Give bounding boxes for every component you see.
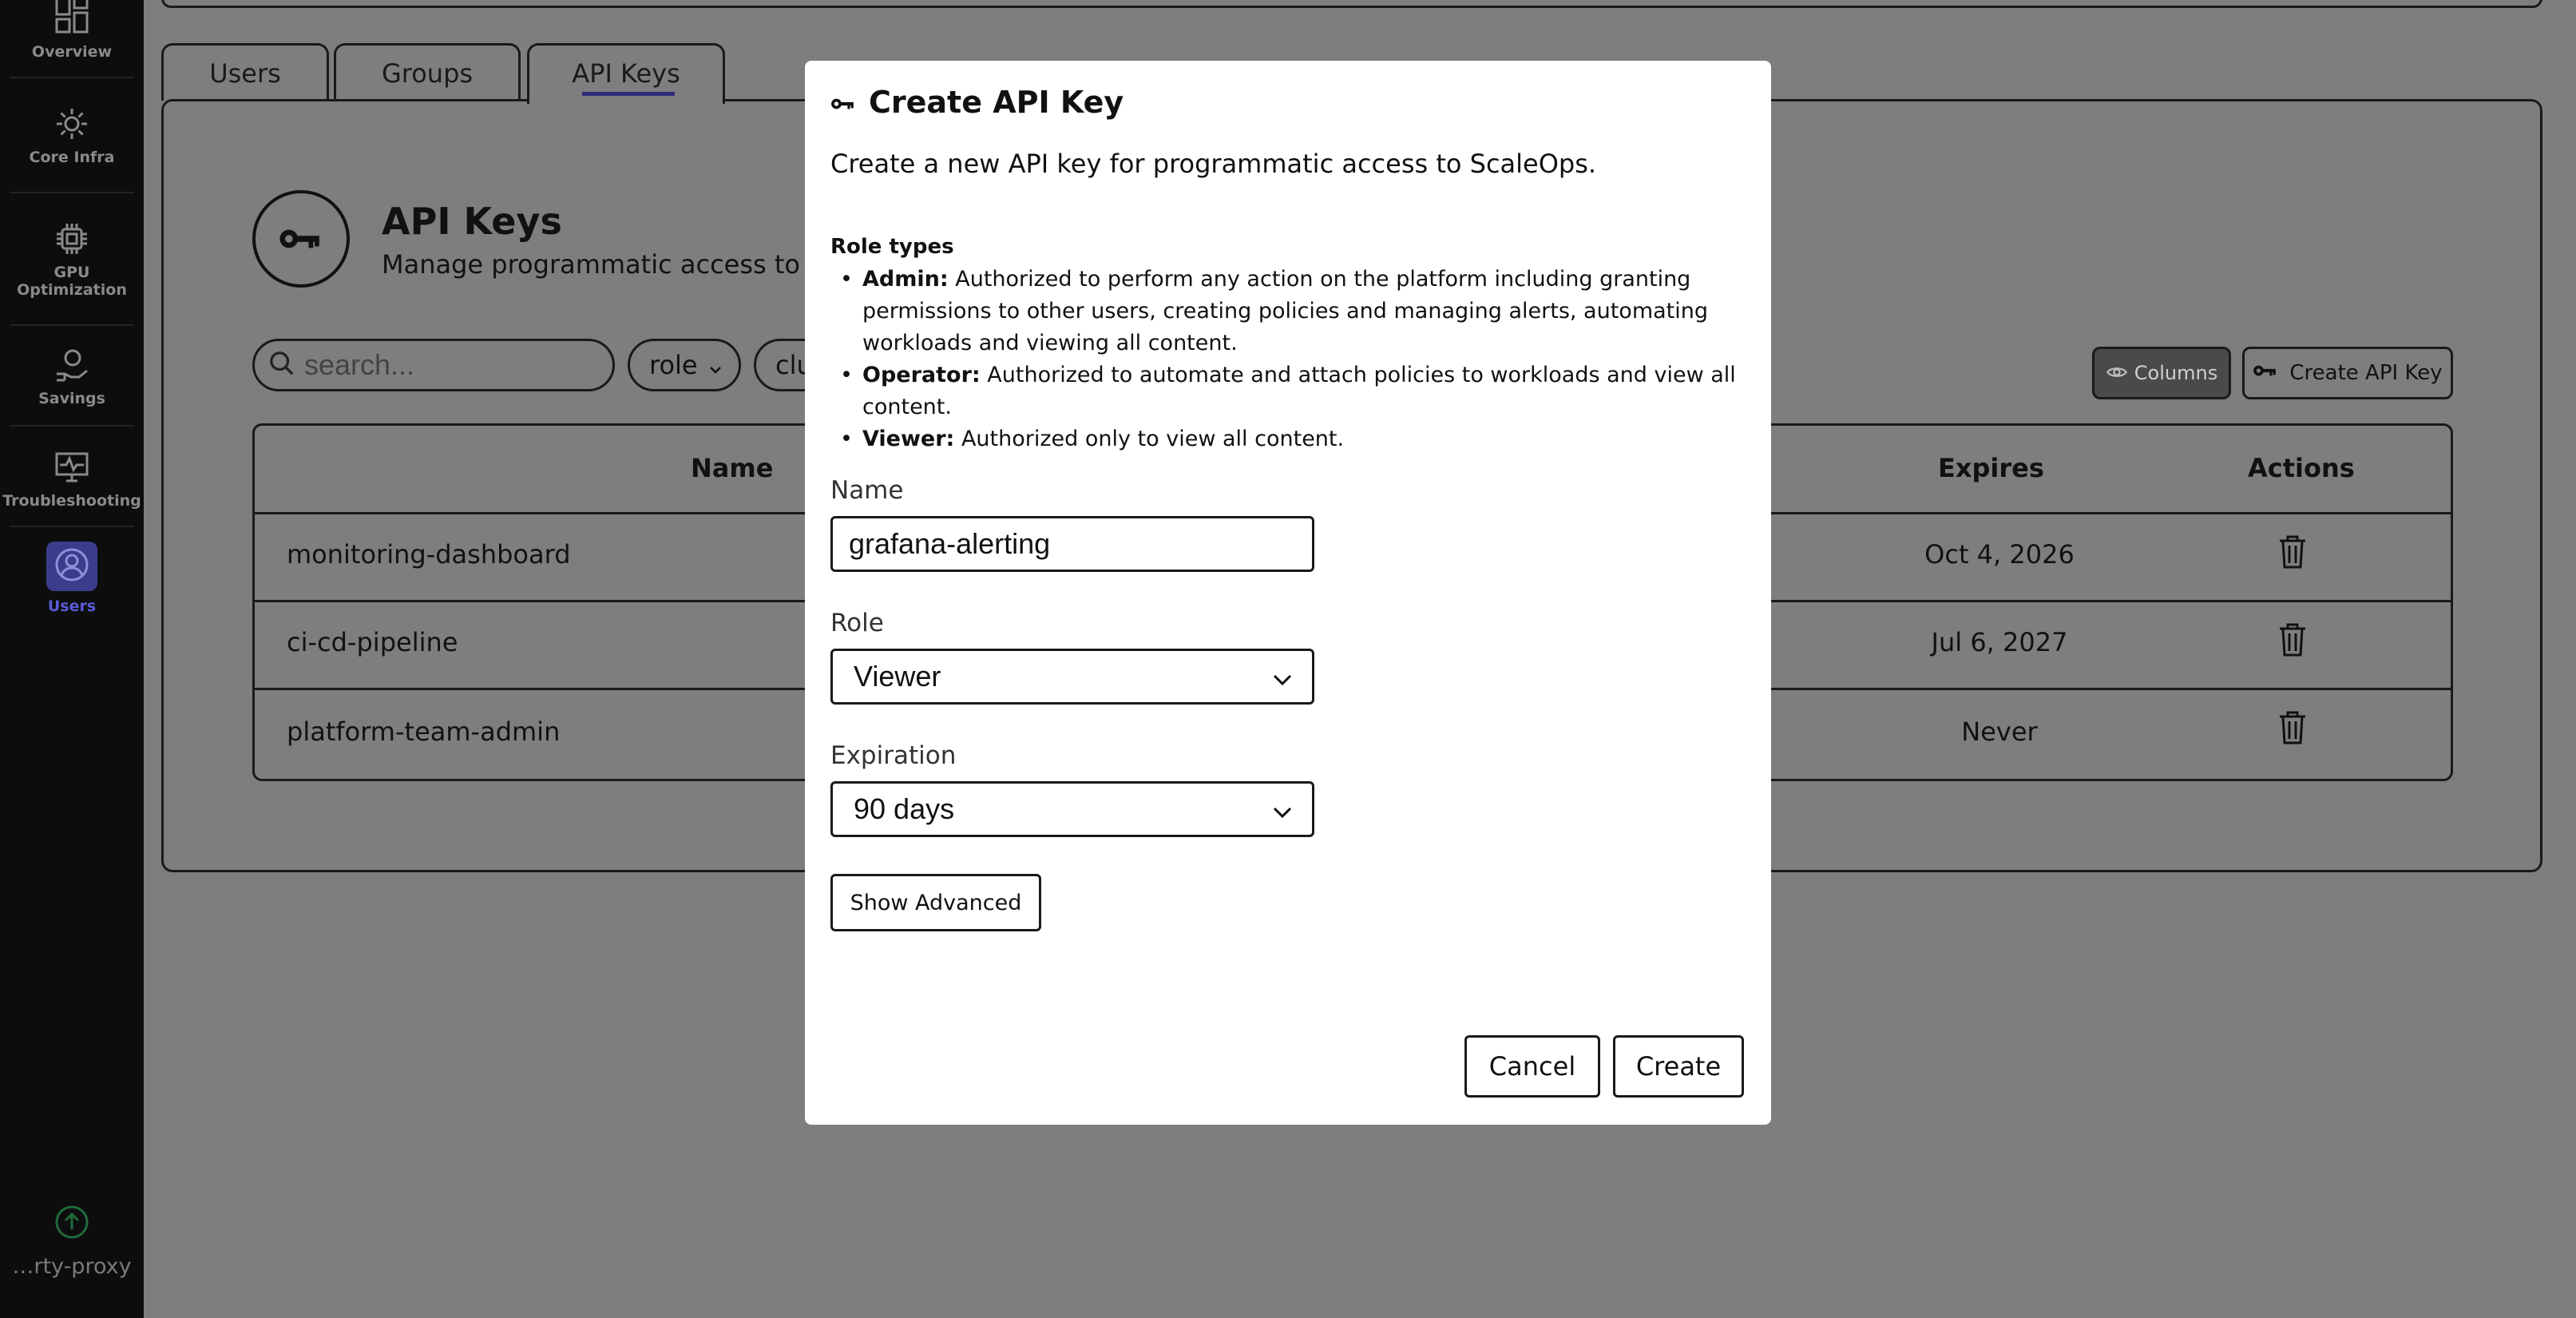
role-name: Admin: <box>862 267 949 292</box>
role-filter[interactable]: role <box>628 339 741 391</box>
eye-icon <box>2106 362 2128 384</box>
key-name: monitoring-dashboard <box>287 539 571 570</box>
column-header-name[interactable]: Name <box>691 453 773 483</box>
sidebar-item-gpu-optimization[interactable]: GPU Optimization <box>0 220 144 299</box>
savings-icon <box>54 347 90 383</box>
columns-button[interactable]: Columns <box>2092 347 2231 399</box>
sidebar-item-label: Core Infra <box>29 149 115 166</box>
role-filter-label: role <box>649 350 698 380</box>
expiration-select[interactable]: 90 days <box>830 781 1314 837</box>
role-item-admin: Admin: Authorized to perform any action … <box>830 264 1757 359</box>
search-box[interactable] <box>252 339 615 391</box>
role-item-viewer: Viewer: Authorized only to view all cont… <box>830 423 1757 455</box>
key-expires: Oct 4, 2026 <box>1924 539 2075 570</box>
user-icon <box>54 546 90 587</box>
sidebar-divider <box>10 77 134 78</box>
sidebar-item-label: Users <box>47 597 97 615</box>
expiration-label: Expiration <box>830 741 957 770</box>
sidebar-item-overview[interactable]: Overview <box>0 0 144 61</box>
chevron-down-icon <box>1272 792 1293 826</box>
key-expires: Jul 6, 2027 <box>1931 627 2068 657</box>
sidebar-divider <box>10 192 134 193</box>
role-description: Authorized to automate and attach polici… <box>862 363 1736 419</box>
page-title: API Keys <box>382 200 562 243</box>
sidebar-item-label: Overview <box>31 43 113 61</box>
sidebar-item-label: GPU Optimization <box>17 264 127 299</box>
create-api-key-button[interactable]: Create API Key <box>2242 347 2453 399</box>
sidebar: Overview Core Infra GPU Optimization Sav… <box>0 0 144 1318</box>
show-advanced-button[interactable]: Show Advanced <box>830 874 1041 931</box>
dialog-description: Create a new API key for programmatic ac… <box>830 149 1597 179</box>
name-field[interactable] <box>830 516 1314 572</box>
sidebar-active-indicator <box>46 542 97 591</box>
tab-label: API Keys <box>572 58 680 89</box>
tab-api-keys[interactable]: API Keys <box>527 43 725 104</box>
chevron-down-icon <box>1272 660 1293 693</box>
role-name: Operator: <box>862 363 981 387</box>
sidebar-divider <box>10 526 134 527</box>
columns-button-label: Columns <box>2134 362 2218 384</box>
sidebar-item-label: Savings <box>38 390 105 407</box>
expiration-select-value: 90 days <box>854 792 955 825</box>
active-tab-underline <box>582 92 675 96</box>
role-item-operator: Operator: Authorized to automate and att… <box>830 359 1757 423</box>
top-bar <box>161 0 2542 8</box>
search-icon <box>269 351 295 379</box>
search-input[interactable] <box>304 348 608 382</box>
chevron-down-icon <box>709 350 722 380</box>
key-expires: Never <box>1961 717 2038 747</box>
dashboard-icon <box>54 0 90 37</box>
chip-icon <box>54 220 90 257</box>
create-button[interactable]: Create <box>1613 1035 1744 1098</box>
role-select[interactable]: Viewer <box>830 649 1314 705</box>
dialog-title-text: Create API Key <box>869 85 1124 120</box>
tab-label: Users <box>209 58 281 89</box>
delete-icon[interactable] <box>2277 710 2308 745</box>
key-name: platform-team-admin <box>287 717 561 747</box>
tab-groups[interactable]: Groups <box>334 43 521 101</box>
create-api-key-label: Create API Key <box>2289 361 2443 385</box>
cluster-status-icon <box>54 1205 89 1240</box>
cancel-button[interactable]: Cancel <box>1464 1035 1600 1098</box>
sidebar-cluster[interactable]: …rty-proxy <box>0 1205 144 1279</box>
role-types-list: Admin: Authorized to perform any action … <box>830 264 1757 455</box>
key-icon <box>830 85 856 120</box>
page-subtitle: Manage programmatic access to the <box>382 249 850 280</box>
key-icon <box>2253 361 2278 385</box>
gear-icon <box>54 105 90 142</box>
tab-users[interactable]: Users <box>161 43 329 101</box>
cluster-name: …rty-proxy <box>12 1254 132 1279</box>
sidebar-item-label: Troubleshooting <box>2 492 141 510</box>
role-description: Authorized only to view all content. <box>961 427 1345 451</box>
name-label: Name <box>830 476 904 505</box>
sidebar-item-users[interactable]: Users <box>0 542 144 615</box>
column-header-expires[interactable]: Expires <box>1938 453 2044 483</box>
create-api-key-dialog: Create API Key Create a new API key for … <box>805 61 1771 1125</box>
tab-label: Groups <box>381 58 474 89</box>
monitor-pulse-icon <box>54 449 90 486</box>
sidebar-item-core-infra[interactable]: Core Infra <box>0 105 144 166</box>
role-select-value: Viewer <box>854 660 941 693</box>
sidebar-divider <box>10 425 134 427</box>
role-description: Authorized to perform any action on the … <box>862 267 1708 355</box>
name-input[interactable] <box>849 527 1296 561</box>
delete-icon[interactable] <box>2277 622 2308 657</box>
dialog-title: Create API Key <box>830 85 1124 120</box>
sidebar-item-troubleshooting[interactable]: Troubleshooting <box>0 449 144 510</box>
key-name: ci-cd-pipeline <box>287 627 458 657</box>
sidebar-item-savings[interactable]: Savings <box>0 347 144 407</box>
delete-icon[interactable] <box>2277 534 2308 570</box>
role-types-heading: Role types <box>830 235 954 259</box>
role-name: Viewer: <box>862 427 955 451</box>
role-label: Role <box>830 609 884 637</box>
sidebar-divider <box>10 324 134 326</box>
key-icon <box>252 190 350 288</box>
column-header-actions: Actions <box>2248 453 2355 483</box>
